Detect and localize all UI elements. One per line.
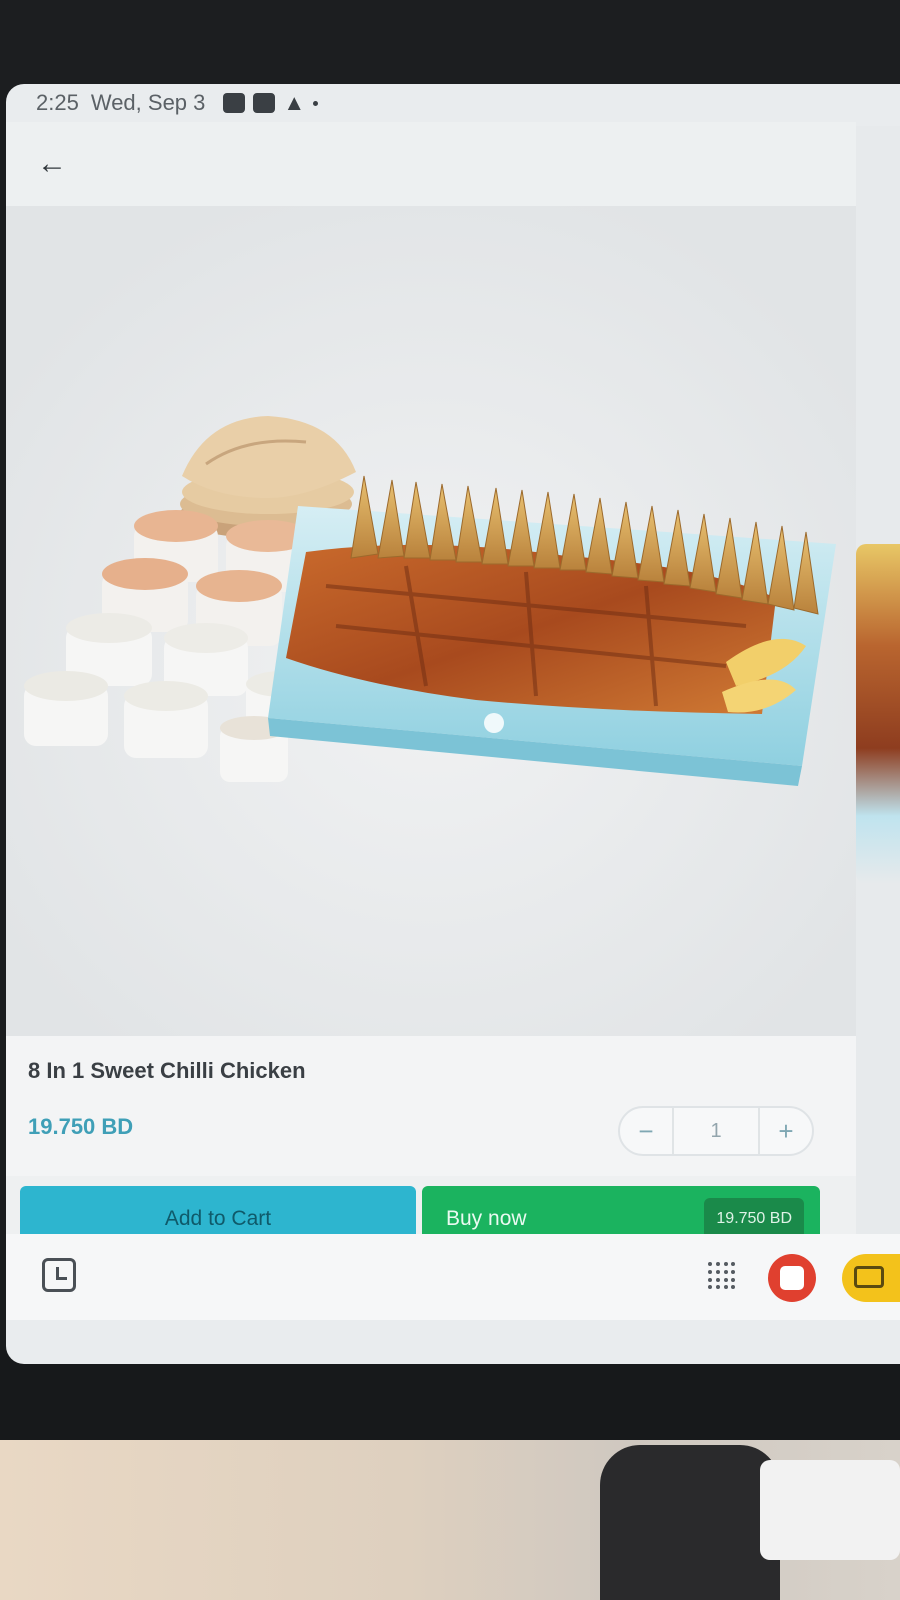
recent-apps-icon[interactable] <box>42 1258 76 1292</box>
yellow-app-icon[interactable] <box>842 1254 900 1302</box>
device-bezel-top <box>0 0 900 90</box>
next-product-image-peek <box>856 544 900 884</box>
device-stand-clip <box>760 1460 900 1560</box>
product-name: 8 In 1 Sweet Chilli Chicken <box>28 1058 306 1083</box>
mail-icon <box>253 93 276 113</box>
product-price: 19.750 BD <box>28 1114 134 1139</box>
tablet-screen: 2:25 Wed, Sep 3 ▲ ← 8 In 1 Sweet Chilli … <box>6 84 900 1364</box>
system-navigation-bar <box>6 1234 900 1320</box>
quantity-increase-button[interactable]: + <box>760 1116 812 1147</box>
status-bar: 2:25 Wed, Sep 3 ▲ <box>6 84 900 122</box>
app-grid-icon[interactable] <box>708 1262 736 1290</box>
status-date: Wed, Sep 3 <box>90 90 206 115</box>
back-button[interactable]: ← <box>32 144 72 184</box>
product-detail-page: ← 8 In 1 Sweet Chilli Chicken 19.750 BD … <box>6 122 856 1312</box>
buy-now-label: Buy now <box>446 1207 527 1230</box>
warning-icon: ▲ <box>283 90 306 115</box>
platter-photo <box>6 206 856 1036</box>
page-header: ← <box>6 122 856 206</box>
status-time: 2:25 <box>36 90 79 115</box>
device-stand <box>600 1445 780 1600</box>
quantity-value: 1 <box>672 1108 760 1154</box>
product-info-panel: 8 In 1 Sweet Chilli Chicken 19.750 BD − … <box>6 1036 856 1176</box>
quantity-stepper[interactable]: − 1 + <box>618 1106 814 1156</box>
dot-icon <box>313 100 319 106</box>
device-bezel-bottom <box>0 1350 900 1450</box>
add-to-cart-label: Add to Cart <box>164 1207 272 1230</box>
quantity-decrease-button[interactable]: − <box>620 1116 672 1147</box>
notification-icon <box>223 93 246 113</box>
red-app-icon[interactable] <box>768 1254 816 1302</box>
arrow-left-icon: ← <box>37 147 67 180</box>
product-image <box>6 206 856 1036</box>
status-icons: ▲ <box>223 90 319 115</box>
